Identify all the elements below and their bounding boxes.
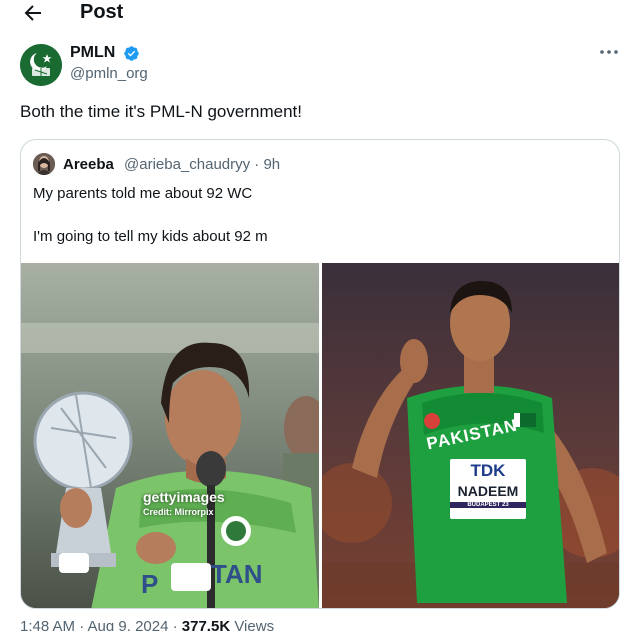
avatar[interactable] <box>20 44 62 86</box>
post-timestamp[interactable]: 1:48 AM · Aug 9, 2024 · <box>20 618 182 631</box>
more-horizontal-icon[interactable] <box>598 46 620 58</box>
svg-text:TAN: TAN <box>211 559 263 589</box>
post-meta: 1:48 AM · Aug 9, 2024 · 377.5K Views <box>20 618 274 631</box>
quote-text-line: My parents told me about 92 WC <box>33 185 253 202</box>
image-watermark: gettyimages Credit: Mirrorpix <box>143 489 225 517</box>
author-handle[interactable]: @pmln_org <box>70 65 148 82</box>
verified-badge-icon <box>124 46 139 61</box>
quote-author-name[interactable]: Areeba <box>63 156 114 173</box>
svg-text:P: P <box>141 569 158 599</box>
post-author: PMLN @pmln_org <box>20 44 620 88</box>
page-title: Post <box>80 1 124 23</box>
bib-event: BUDAPEST 23 <box>450 502 526 508</box>
author-name[interactable]: PMLN <box>70 44 115 62</box>
bib-name: NADEEM <box>457 483 519 499</box>
bib-sponsor: TDK <box>470 461 506 480</box>
quote-image-right[interactable]: PAKISTAN TDK NADEEM BUDAPEST 23 <box>322 263 619 608</box>
image-credit: Credit: Mirrorpix <box>143 507 214 517</box>
views-label: Views <box>230 618 275 631</box>
post-text: Both the time it's PML-N government! <box>20 102 302 121</box>
top-bar: Post <box>0 0 640 28</box>
race-bib: TDK NADEEM BUDAPEST 23 <box>450 459 526 519</box>
quote-text-line: I'm going to tell my kids about 92 m <box>33 228 268 245</box>
quoted-post[interactable]: Areeba @arieba_chaudryy · 9h My parents … <box>20 139 620 609</box>
quote-avatar[interactable] <box>33 153 55 175</box>
arrow-left-icon[interactable] <box>20 1 46 25</box>
quote-image-left[interactable]: P TAN gettyimages Credit: Mirrorpix <box>21 263 319 608</box>
quote-author-handle[interactable]: @arieba_chaudryy · 9h <box>124 156 280 173</box>
views-count: 377.5K <box>181 618 231 631</box>
